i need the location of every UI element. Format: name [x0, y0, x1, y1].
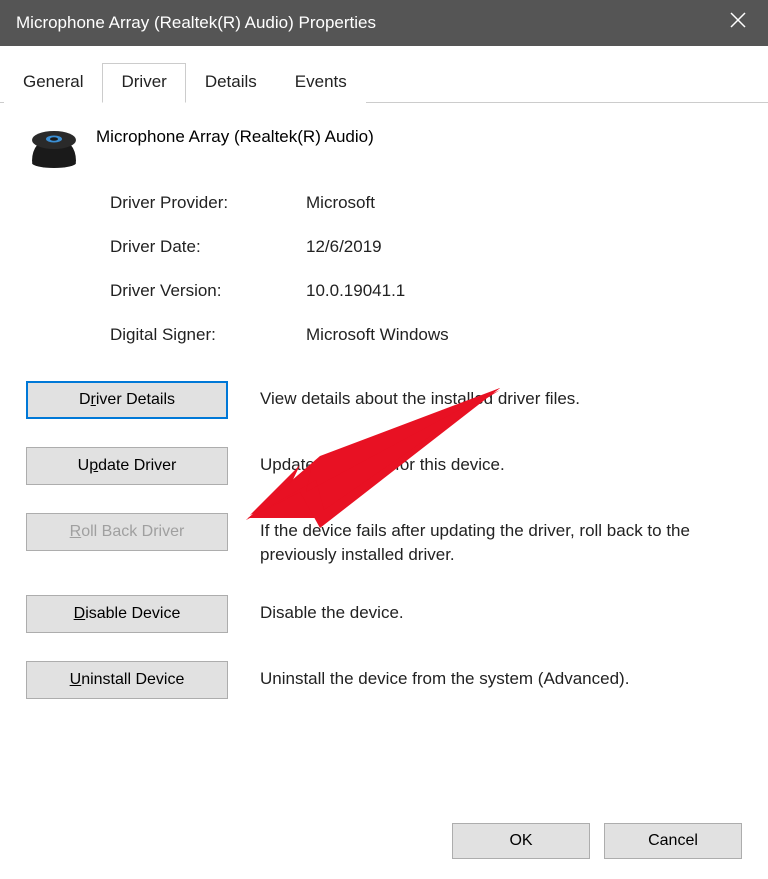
provider-value: Microsoft: [306, 193, 742, 213]
tab-details[interactable]: Details: [186, 63, 276, 103]
window-title: Microphone Array (Realtek(R) Audio) Prop…: [16, 13, 724, 33]
tab-content: Microphone Array (Realtek(R) Audio) Driv…: [0, 103, 768, 739]
tab-driver[interactable]: Driver: [102, 63, 185, 103]
cancel-button[interactable]: Cancel: [604, 823, 742, 859]
device-name: Microphone Array (Realtek(R) Audio): [96, 125, 374, 147]
roll-back-driver-button: Roll Back Driver: [26, 513, 228, 551]
tab-events[interactable]: Events: [276, 63, 366, 103]
update-driver-button[interactable]: Update Driver: [26, 447, 228, 485]
tab-general[interactable]: General: [4, 63, 102, 103]
uninstall-device-button[interactable]: Uninstall Device: [26, 661, 228, 699]
disable-device-button[interactable]: Disable Device: [26, 595, 228, 633]
dialog-button-row: OK Cancel: [0, 823, 768, 879]
driver-details-button[interactable]: Driver Details: [26, 381, 228, 419]
ok-button[interactable]: OK: [452, 823, 590, 859]
tab-strip: General Driver Details Events: [0, 62, 768, 103]
date-value: 12/6/2019: [306, 237, 742, 257]
webcam-icon: [26, 125, 78, 165]
version-value: 10.0.19041.1: [306, 281, 742, 301]
device-header: Microphone Array (Realtek(R) Audio): [26, 125, 742, 165]
disable-device-description: Disable the device.: [260, 595, 742, 625]
provider-label: Driver Provider:: [110, 193, 278, 213]
close-icon[interactable]: [724, 11, 752, 35]
uninstall-device-description: Uninstall the device from the system (Ad…: [260, 661, 742, 691]
date-label: Driver Date:: [110, 237, 278, 257]
roll-back-driver-description: If the device fails after updating the d…: [260, 513, 742, 567]
version-label: Driver Version:: [110, 281, 278, 301]
titlebar: Microphone Array (Realtek(R) Audio) Prop…: [0, 0, 768, 46]
driver-details-description: View details about the installed driver …: [260, 381, 742, 411]
signer-value: Microsoft Windows: [306, 325, 742, 345]
driver-info-grid: Driver Provider: Microsoft Driver Date: …: [110, 193, 742, 345]
update-driver-description: Update the driver for this device.: [260, 447, 742, 477]
signer-label: Digital Signer:: [110, 325, 278, 345]
